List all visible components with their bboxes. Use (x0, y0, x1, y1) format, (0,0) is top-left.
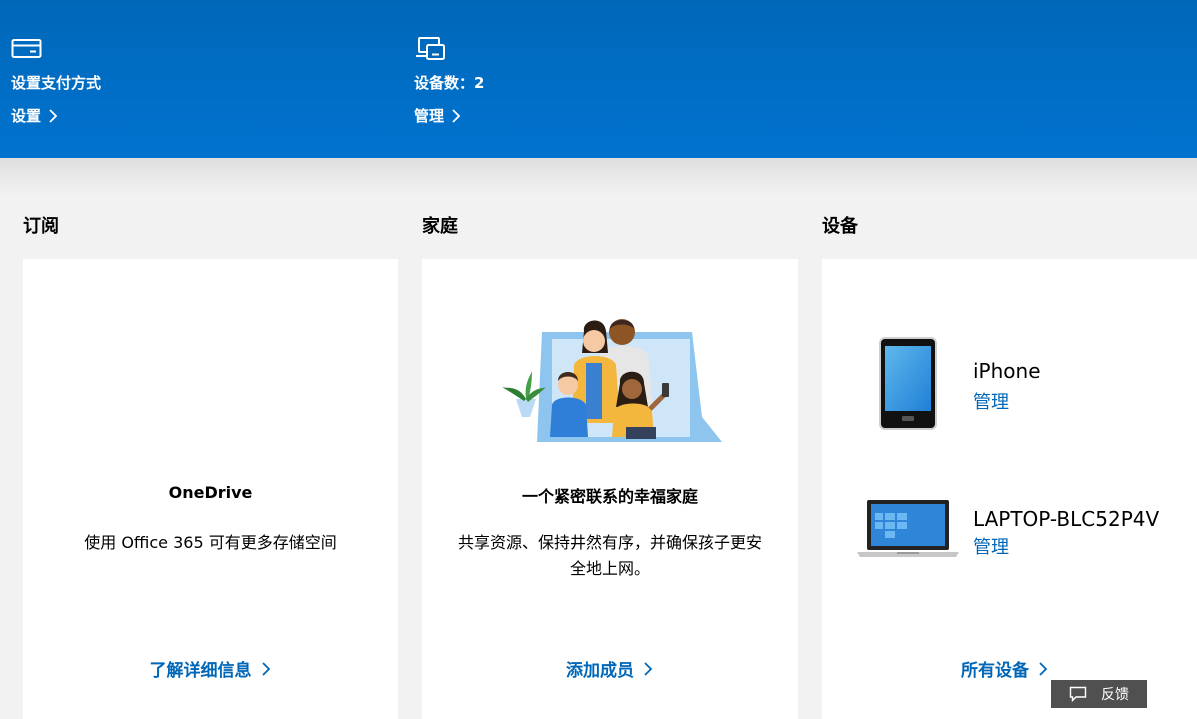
card-title: OneDrive (168, 483, 253, 502)
devices-manage-label: 管理 (414, 107, 445, 125)
devices-summary-section: 设备数：2 管理 (414, 36, 484, 125)
device-item-iphone: iPhone 管理 (822, 337, 1197, 433)
chevron-right-icon (1039, 661, 1048, 676)
chevron-right-icon (452, 108, 461, 123)
feedback-button[interactable]: 反馈 (1051, 680, 1147, 708)
chevron-right-icon (644, 661, 653, 676)
all-devices-link[interactable]: 所有设备 (822, 656, 1188, 681)
chevron-right-icon (49, 108, 58, 123)
add-member-label: 添加成员 (566, 661, 634, 681)
card-title: 一个紧密联系的幸福家庭 (521, 487, 698, 506)
devices-count: 设备数：2 (414, 74, 485, 92)
device-name: LAPTOP-BLC52P4V (973, 507, 1160, 531)
all-devices-label: 所有设备 (961, 661, 1029, 681)
device-manage-link[interactable]: 管理 (973, 533, 1009, 559)
payment-title: 设置支付方式 (11, 74, 102, 92)
devices-icon (416, 37, 445, 60)
card-description: 共享资源、保持井然有序，并确保孩子更安全地上网。 (457, 533, 762, 578)
devices-card: iPhone 管理 LAPTOP-BLC52P4V 管理 所有设备 (822, 259, 1197, 719)
subscriptions-card: OneDrive 使用 Office 365 可有更多存储空间 了解详细信息 (23, 259, 398, 719)
family-heading: 家庭 (422, 216, 458, 237)
add-member-link[interactable]: 添加成员 (422, 656, 798, 681)
laptop-icon (857, 500, 959, 557)
phone-icon (879, 337, 937, 430)
family-illustration (502, 319, 722, 442)
payment-settings-label: 设置 (11, 107, 42, 125)
credit-card-icon (11, 39, 42, 58)
subscriptions-heading: 订阅 (23, 216, 59, 237)
account-banner: 设置支付方式 设置 设备数：2 管理 (0, 0, 1197, 158)
device-manage-link[interactable]: 管理 (973, 388, 1009, 414)
device-item-laptop: LAPTOP-BLC52P4V 管理 (822, 497, 1197, 567)
banner-shadow (0, 158, 1197, 198)
devices-manage-link[interactable]: 管理 (414, 105, 462, 126)
devices-heading: 设备 (822, 216, 858, 237)
payment-section: 设置支付方式 设置 (11, 36, 101, 125)
learn-more-link[interactable]: 了解详细信息 (23, 656, 398, 681)
comment-icon (1069, 686, 1087, 702)
chevron-right-icon (261, 661, 270, 676)
learn-more-label: 了解详细信息 (149, 661, 252, 681)
family-card: 一个紧密联系的幸福家庭 共享资源、保持井然有序，并确保孩子更安全地上网。 添加成… (422, 259, 798, 719)
device-name: iPhone (973, 359, 1041, 383)
card-description: 使用 Office 365 可有更多存储空间 (84, 533, 337, 552)
payment-settings-link[interactable]: 设置 (11, 105, 59, 126)
feedback-label: 反馈 (1101, 687, 1129, 703)
